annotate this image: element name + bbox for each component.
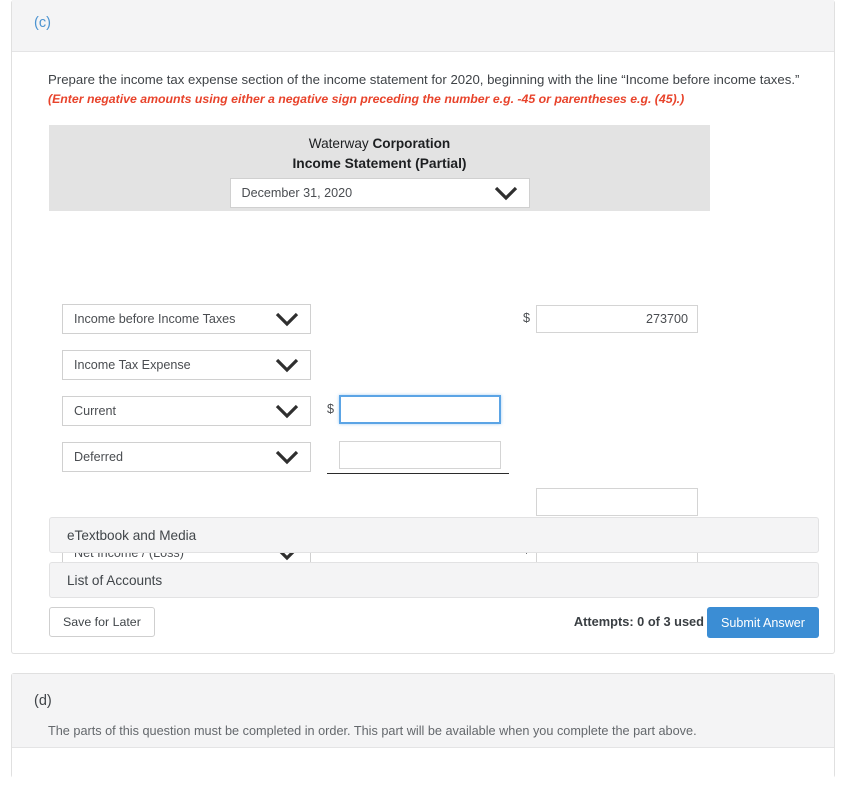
income-statement: Waterway Corporation Income Statement (P…: [49, 125, 710, 570]
dollar-sign-row-2: $: [327, 402, 335, 416]
amount-input-row-2[interactable]: [339, 395, 501, 424]
save-for-later-button[interactable]: Save for Later: [49, 607, 155, 637]
subtotal-rule-mid: [327, 473, 509, 474]
chevron-down-icon: [273, 310, 301, 328]
account-select-row-0[interactable]: Income before Income Taxes: [62, 304, 311, 334]
part-c-header: (c): [12, 0, 834, 52]
instruction-note: (Enter negative amounts using either a n…: [48, 92, 685, 106]
statement-date-select[interactable]: December 31, 2020: [229, 178, 530, 208]
statement-rows: Income before Income Taxes $ 273700 Inco…: [49, 211, 710, 570]
part-c-card: (c) Prepare the income tax expense secti…: [11, 0, 835, 654]
part-d-card: (d) The parts of this question must be c…: [11, 673, 835, 778]
account-select-row-3-value: Deferred: [74, 450, 123, 464]
instruction-text: Prepare the income tax expense section o…: [48, 72, 800, 87]
amount-input-row-3[interactable]: [339, 441, 501, 469]
part-c-letter: (c): [34, 15, 51, 31]
list-of-accounts-label: List of Accounts: [67, 572, 163, 588]
account-select-row-1-value: Income Tax Expense: [74, 358, 191, 372]
chevron-down-icon: [273, 356, 301, 374]
dollar-sign-row-0: $: [523, 311, 531, 325]
part-d-body: [12, 748, 834, 778]
part-d-note: The parts of this question must be compl…: [48, 724, 697, 738]
account-select-row-1[interactable]: Income Tax Expense: [62, 350, 311, 380]
part-d-letter: (d): [34, 693, 52, 709]
chevron-down-icon: [273, 402, 301, 420]
submit-answer-button[interactable]: Submit Answer: [707, 607, 819, 638]
etextbook-and-media-bar[interactable]: eTextbook and Media: [49, 517, 819, 553]
amount-input-subtotal[interactable]: [536, 488, 698, 516]
account-select-row-2-value: Current: [74, 404, 116, 418]
statement-date-wrap: December 31, 2020: [49, 178, 710, 208]
statement-title: Income Statement (Partial): [292, 156, 467, 171]
company-name-prefix: Waterway: [308, 136, 373, 151]
account-select-row-3[interactable]: Deferred: [62, 442, 311, 472]
statement-header: Waterway Corporation Income Statement (P…: [49, 125, 710, 211]
question-page: (c) Prepare the income tax expense secti…: [0, 0, 842, 810]
company-name-suffix: Corporation: [372, 136, 451, 151]
part-c-instructions: Prepare the income tax expense section o…: [12, 52, 834, 109]
company-name: Waterway Corporation: [49, 134, 710, 154]
etextbook-and-media-label: eTextbook and Media: [67, 527, 197, 543]
account-select-row-2[interactable]: Current: [62, 396, 311, 426]
part-d-header: (d) The parts of this question must be c…: [12, 674, 834, 748]
chevron-down-icon: [492, 184, 520, 202]
amount-input-row-0[interactable]: 273700: [536, 305, 698, 333]
chevron-down-icon: [273, 448, 301, 466]
statement-date-value: December 31, 2020: [241, 186, 353, 200]
part-c-footer: Save for Later Attempts: 0 of 3 used Sub…: [49, 607, 819, 641]
list-of-accounts-bar[interactable]: List of Accounts: [49, 562, 819, 598]
account-select-row-0-value: Income before Income Taxes: [74, 312, 236, 326]
attempts-status: Attempts: 0 of 3 used: [573, 614, 704, 629]
